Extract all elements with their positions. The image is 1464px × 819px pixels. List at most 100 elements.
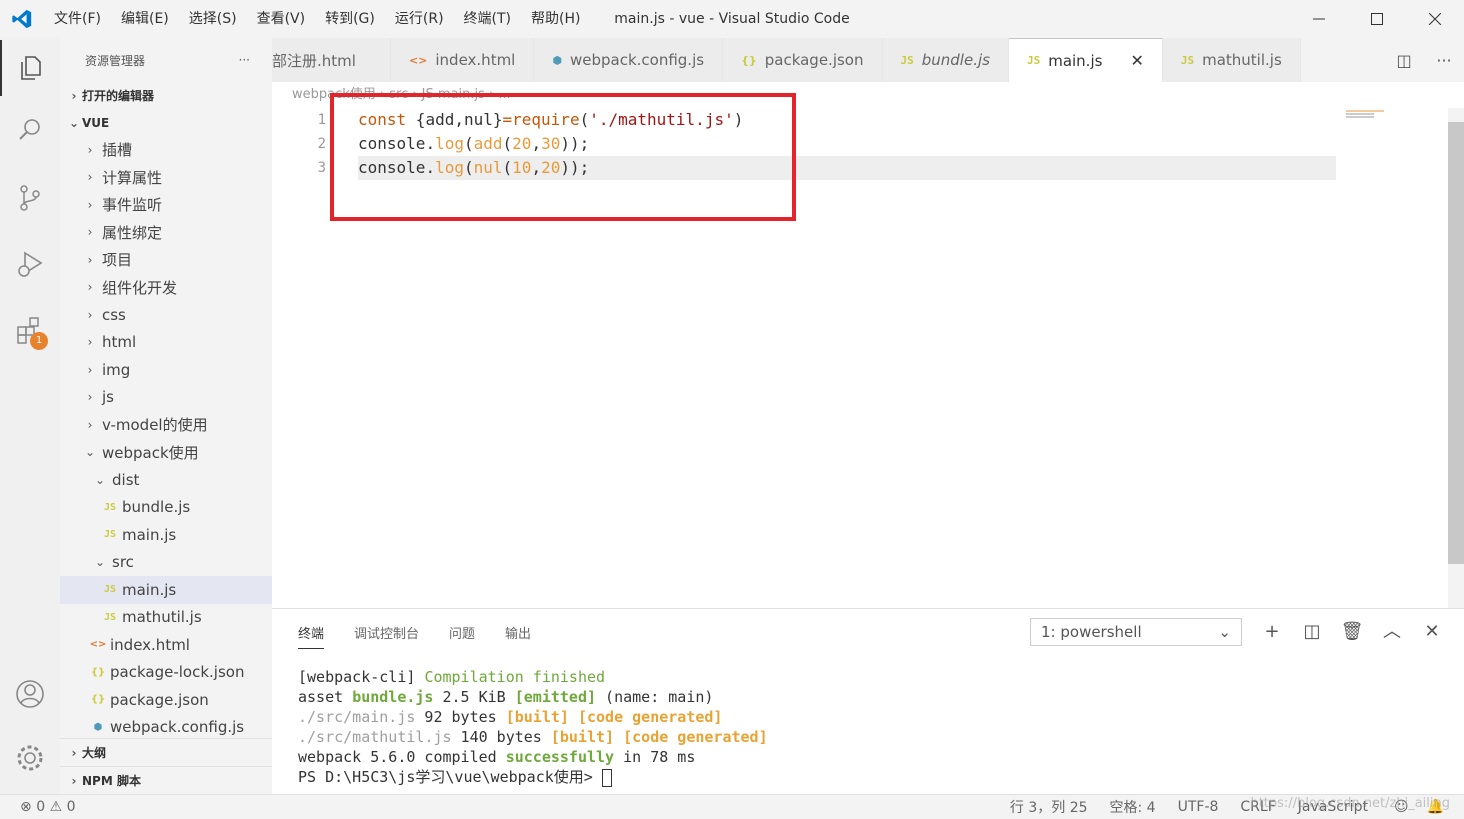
chevron-right-icon: › [87, 417, 93, 432]
file-item[interactable]: JS bundle.js [60, 494, 272, 522]
workspace-root-section[interactable]: ⌄ VUE [60, 109, 272, 136]
more-actions-icon[interactable]: ··· [1424, 51, 1464, 70]
folder-item[interactable]: › img [60, 356, 272, 384]
search-icon[interactable] [0, 102, 60, 158]
line-number: 1 [317, 112, 326, 128]
cursor-position[interactable]: 行 3，列 25 [1010, 797, 1088, 817]
chevron-right-icon: › [71, 773, 77, 788]
folder-label: css [102, 305, 126, 324]
minimap[interactable] [1344, 108, 1448, 118]
menu-item[interactable]: 查看(V) [247, 0, 316, 38]
maximize-button[interactable] [1348, 0, 1406, 38]
terminal-token: successfully [505, 748, 615, 766]
panel-tab[interactable]: 输出 [505, 623, 531, 649]
maximize-panel-icon[interactable]: ︿ [1372, 618, 1412, 646]
folder-item[interactable]: › 属性绑定 [60, 219, 272, 247]
tab-list: 部注册.html <> index.html ⬢ webpack.config.js {}… [272, 38, 1301, 82]
file-item[interactable]: ⬢ webpack.config.js [60, 714, 272, 742]
folder-item[interactable]: › v-model的使用 [60, 411, 272, 439]
account-icon[interactable] [0, 666, 60, 722]
split-terminal-icon[interactable]: ◫ [1292, 618, 1332, 646]
source-control-icon[interactable] [0, 170, 60, 226]
menu-item[interactable]: 转到(G) [315, 0, 385, 38]
file-label: main.js [122, 525, 177, 544]
folder-label: js [102, 388, 114, 407]
outline-section[interactable]: › 大纲 [60, 738, 272, 766]
terminal-token: 92 bytes [415, 708, 506, 726]
terminal-select[interactable]: 1: powershell ⌄ [1030, 618, 1242, 646]
folder-item[interactable]: ⌄ src [60, 549, 272, 577]
folder-item[interactable]: › 项目 [60, 246, 272, 274]
minimize-button[interactable] [1290, 0, 1348, 38]
chevron-right-icon: › [87, 197, 93, 212]
folder-item[interactable]: ⌄ webpack使用 [60, 439, 272, 467]
folder-item[interactable]: › 插槽 [60, 136, 272, 164]
encoding[interactable]: UTF-8 [1178, 799, 1219, 815]
terminal-cursor [601, 768, 612, 787]
split-editor-icon[interactable]: ◫ [1384, 51, 1424, 70]
file-label: bundle.js [122, 498, 191, 517]
menu-item[interactable]: 文件(F) [44, 0, 111, 38]
terminal-token: bundle.js [352, 688, 434, 706]
editor-tab[interactable]: JS main.js ✕ [1008, 38, 1163, 82]
extensions-icon[interactable]: 1 [0, 302, 60, 358]
menu-item[interactable]: 选择(S) [179, 0, 247, 38]
close-icon[interactable]: ✕ [1130, 51, 1143, 70]
terminal-output[interactable]: [webpack-cli] Compilation finished asset … [298, 667, 768, 787]
open-editors-section[interactable]: › 打开的编辑器 [60, 82, 272, 109]
file-item[interactable]: JS main.js [60, 521, 272, 549]
file-item[interactable]: <> index.html [60, 631, 272, 659]
settings-gear-icon[interactable] [0, 730, 60, 786]
chevron-right-icon: › [71, 88, 77, 103]
file-type-icon: JS [1180, 53, 1195, 67]
terminal-line: [webpack-cli] Compilation finished [298, 667, 768, 687]
file-item[interactable]: JS main.js [60, 576, 272, 604]
run-debug-icon[interactable] [0, 236, 60, 292]
folder-item[interactable]: ⌄ dist [60, 466, 272, 494]
folder-item[interactable]: › css [60, 301, 272, 329]
chevron-right-icon: › [87, 170, 93, 185]
chevron-right-icon: › [87, 390, 93, 405]
editor-scrollbar[interactable] [1448, 108, 1464, 608]
npm-scripts-section[interactable]: › NPM 脚本 [60, 766, 272, 794]
editor-tab[interactable]: JS bundle.js [882, 38, 1009, 82]
kill-terminal-icon[interactable]: 🗑 [1332, 618, 1372, 646]
file-item[interactable]: {} package-lock.json [60, 659, 272, 687]
folder-item[interactable]: › 事件监听 [60, 191, 272, 219]
folder-item[interactable]: › js [60, 384, 272, 412]
new-terminal-icon[interactable]: + [1252, 618, 1292, 646]
file-type-icon: JS [103, 529, 117, 541]
editor-tab[interactable]: ⬢ webpack.config.js [534, 38, 724, 82]
folder-item[interactable]: › html [60, 329, 272, 357]
menu-item[interactable]: 帮助(H) [521, 0, 590, 38]
file-item[interactable]: JS mathutil.js [60, 604, 272, 632]
scrollbar-thumb[interactable] [1448, 122, 1464, 564]
terminal-token: [code generated] [577, 708, 723, 726]
folder-item[interactable]: › 计算属性 [60, 164, 272, 192]
problems-status[interactable]: ⊗ 0 ⚠ 0 [20, 799, 76, 815]
panel-tab[interactable]: 调试控制台 [354, 623, 419, 649]
folder-label: img [102, 360, 131, 379]
close-window-button[interactable] [1406, 0, 1464, 38]
menu-item[interactable]: 运行(R) [385, 0, 454, 38]
menu-item[interactable]: 编辑(E) [111, 0, 179, 38]
folder-item[interactable]: › 组件化开发 [60, 274, 272, 302]
tab-label: main.js [1048, 51, 1103, 70]
terminal-line: ./src/main.js 92 bytes [built] [code gen… [298, 707, 768, 727]
chevron-down-icon: ⌄ [94, 472, 106, 487]
panel-tab[interactable]: 终端 [298, 623, 325, 649]
file-type-icon: ⬢ [552, 53, 562, 67]
indentation[interactable]: 空格: 4 [1110, 797, 1156, 817]
editor-tab[interactable]: JS mathutil.js [1162, 38, 1301, 82]
file-item[interactable]: {} package.json [60, 686, 272, 714]
editor-tab[interactable]: {} package.json [723, 38, 883, 82]
explorer-icon[interactable] [0, 40, 60, 96]
close-panel-icon[interactable]: ✕ [1412, 618, 1452, 646]
explorer-header: 资源管理器 ··· [60, 38, 272, 82]
editor-tab[interactable]: <> index.html [390, 38, 535, 82]
more-actions-icon[interactable]: ··· [239, 53, 250, 67]
terminal-line: PS D:\H5C3\js学习\vue\webpack使用> [298, 767, 768, 787]
menu-item[interactable]: 终端(T) [454, 0, 521, 38]
panel-tab[interactable]: 问题 [449, 623, 475, 649]
editor-tab[interactable]: 部注册.html [272, 38, 391, 82]
